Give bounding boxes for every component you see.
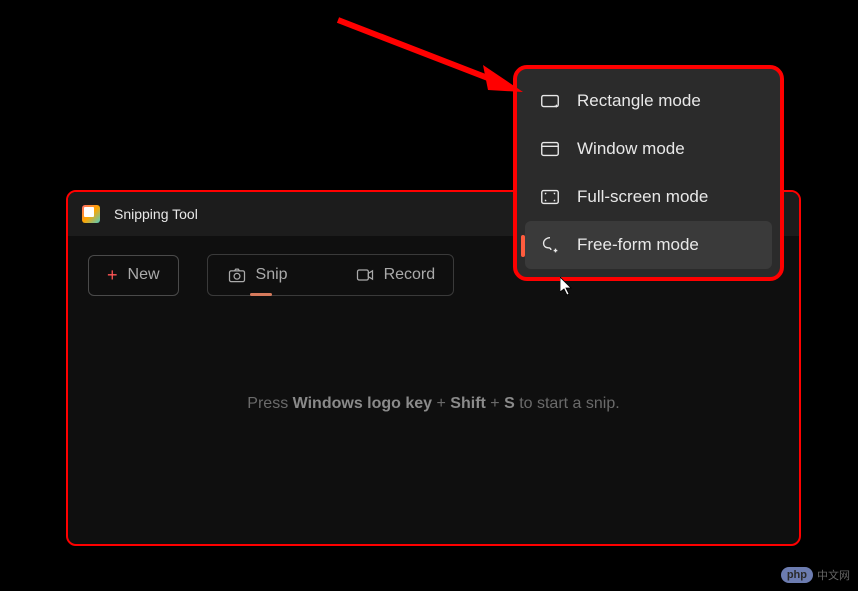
watermark: php 中文网 (781, 567, 850, 583)
rectangle-icon (539, 90, 561, 112)
freeform-icon (539, 234, 561, 256)
new-button[interactable]: + New (88, 255, 179, 296)
plus-icon: + (107, 265, 118, 286)
fullscreen-icon (539, 186, 561, 208)
menu-item-label: Full-screen mode (577, 187, 708, 207)
tab-indicator (250, 293, 272, 296)
menu-item-label: Rectangle mode (577, 91, 701, 111)
menu-item-rectangle[interactable]: Rectangle mode (525, 77, 772, 125)
menu-item-fullscreen[interactable]: Full-screen mode (525, 173, 772, 221)
window-icon (539, 138, 561, 160)
new-button-label: New (128, 266, 160, 284)
menu-item-label: Window mode (577, 139, 685, 159)
php-badge: php (781, 567, 813, 583)
video-icon (354, 264, 376, 286)
app-title: Snipping Tool (114, 206, 198, 222)
menu-item-freeform[interactable]: Free-form mode (525, 221, 772, 269)
tab-record-label: Record (384, 266, 436, 284)
menu-item-window[interactable]: Window mode (525, 125, 772, 173)
app-icon (82, 205, 100, 223)
arrow-annotation (328, 10, 528, 100)
mode-tabs: Snip Record (207, 254, 455, 296)
tab-record[interactable]: Record (336, 255, 454, 295)
tab-snip[interactable]: Snip (208, 255, 306, 295)
menu-item-label: Free-form mode (577, 235, 699, 255)
watermark-text: 中文网 (817, 567, 850, 583)
snip-mode-menu: Rectangle mode Window mode Full-screen m… (513, 65, 784, 281)
camera-icon (226, 264, 248, 286)
hint-text: Press Windows logo key + Shift + S to st… (68, 314, 799, 494)
tab-snip-label: Snip (256, 266, 288, 284)
